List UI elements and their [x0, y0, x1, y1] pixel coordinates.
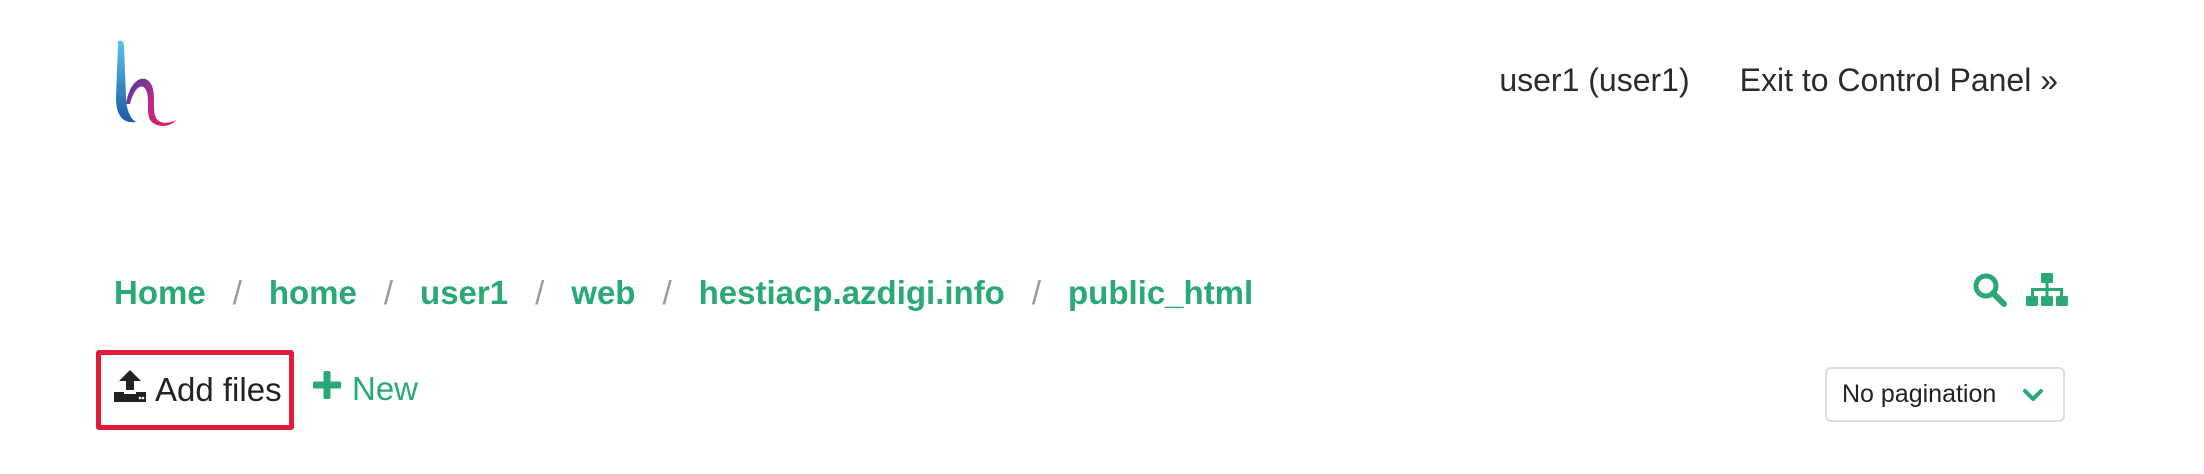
breadcrumb-separator: / [383, 274, 394, 311]
sitemap-icon[interactable] [2026, 272, 2068, 313]
upload-icon [113, 368, 147, 412]
breadcrumb-item-user1[interactable]: user1 [420, 274, 508, 312]
hestia-logo[interactable] [112, 38, 184, 128]
breadcrumb-item-web[interactable]: web [571, 274, 635, 312]
pagination-select[interactable]: No pagination [1825, 367, 2065, 422]
top-right-nav: user1 (user1) Exit to Control Panel » [1499, 62, 2058, 99]
add-files-label: Add files [155, 371, 282, 408]
plus-icon [312, 370, 342, 408]
breadcrumb-item-home[interactable]: Home [114, 274, 206, 312]
add-files-button[interactable]: Add files [96, 350, 294, 430]
exit-control-panel-link[interactable]: Exit to Control Panel » [1740, 62, 2058, 99]
breadcrumb-separator: / [1031, 274, 1042, 311]
file-manager-page: user1 (user1) Exit to Control Panel » Ho… [0, 0, 2204, 474]
breadcrumb-item-public-html[interactable]: public_html [1068, 274, 1253, 312]
chevron-down-icon [2023, 380, 2043, 409]
new-button[interactable]: New [312, 370, 418, 408]
search-icon[interactable] [1972, 272, 2008, 313]
breadcrumb-item-domain[interactable]: hestiacp.azdigi.info [699, 274, 1005, 312]
breadcrumb: Home / home / user1 / web / hestiacp.azd… [114, 274, 1253, 312]
toolbar-icons [1972, 272, 2068, 313]
new-label: New [352, 370, 419, 407]
user-menu-link[interactable]: user1 (user1) [1499, 62, 1689, 99]
breadcrumb-separator: / [232, 274, 242, 311]
breadcrumb-item-home-dir[interactable]: home [269, 274, 357, 312]
pagination-value: No pagination [1842, 380, 1997, 408]
breadcrumb-separator: / [662, 274, 672, 311]
breadcrumb-separator: / [535, 274, 545, 311]
